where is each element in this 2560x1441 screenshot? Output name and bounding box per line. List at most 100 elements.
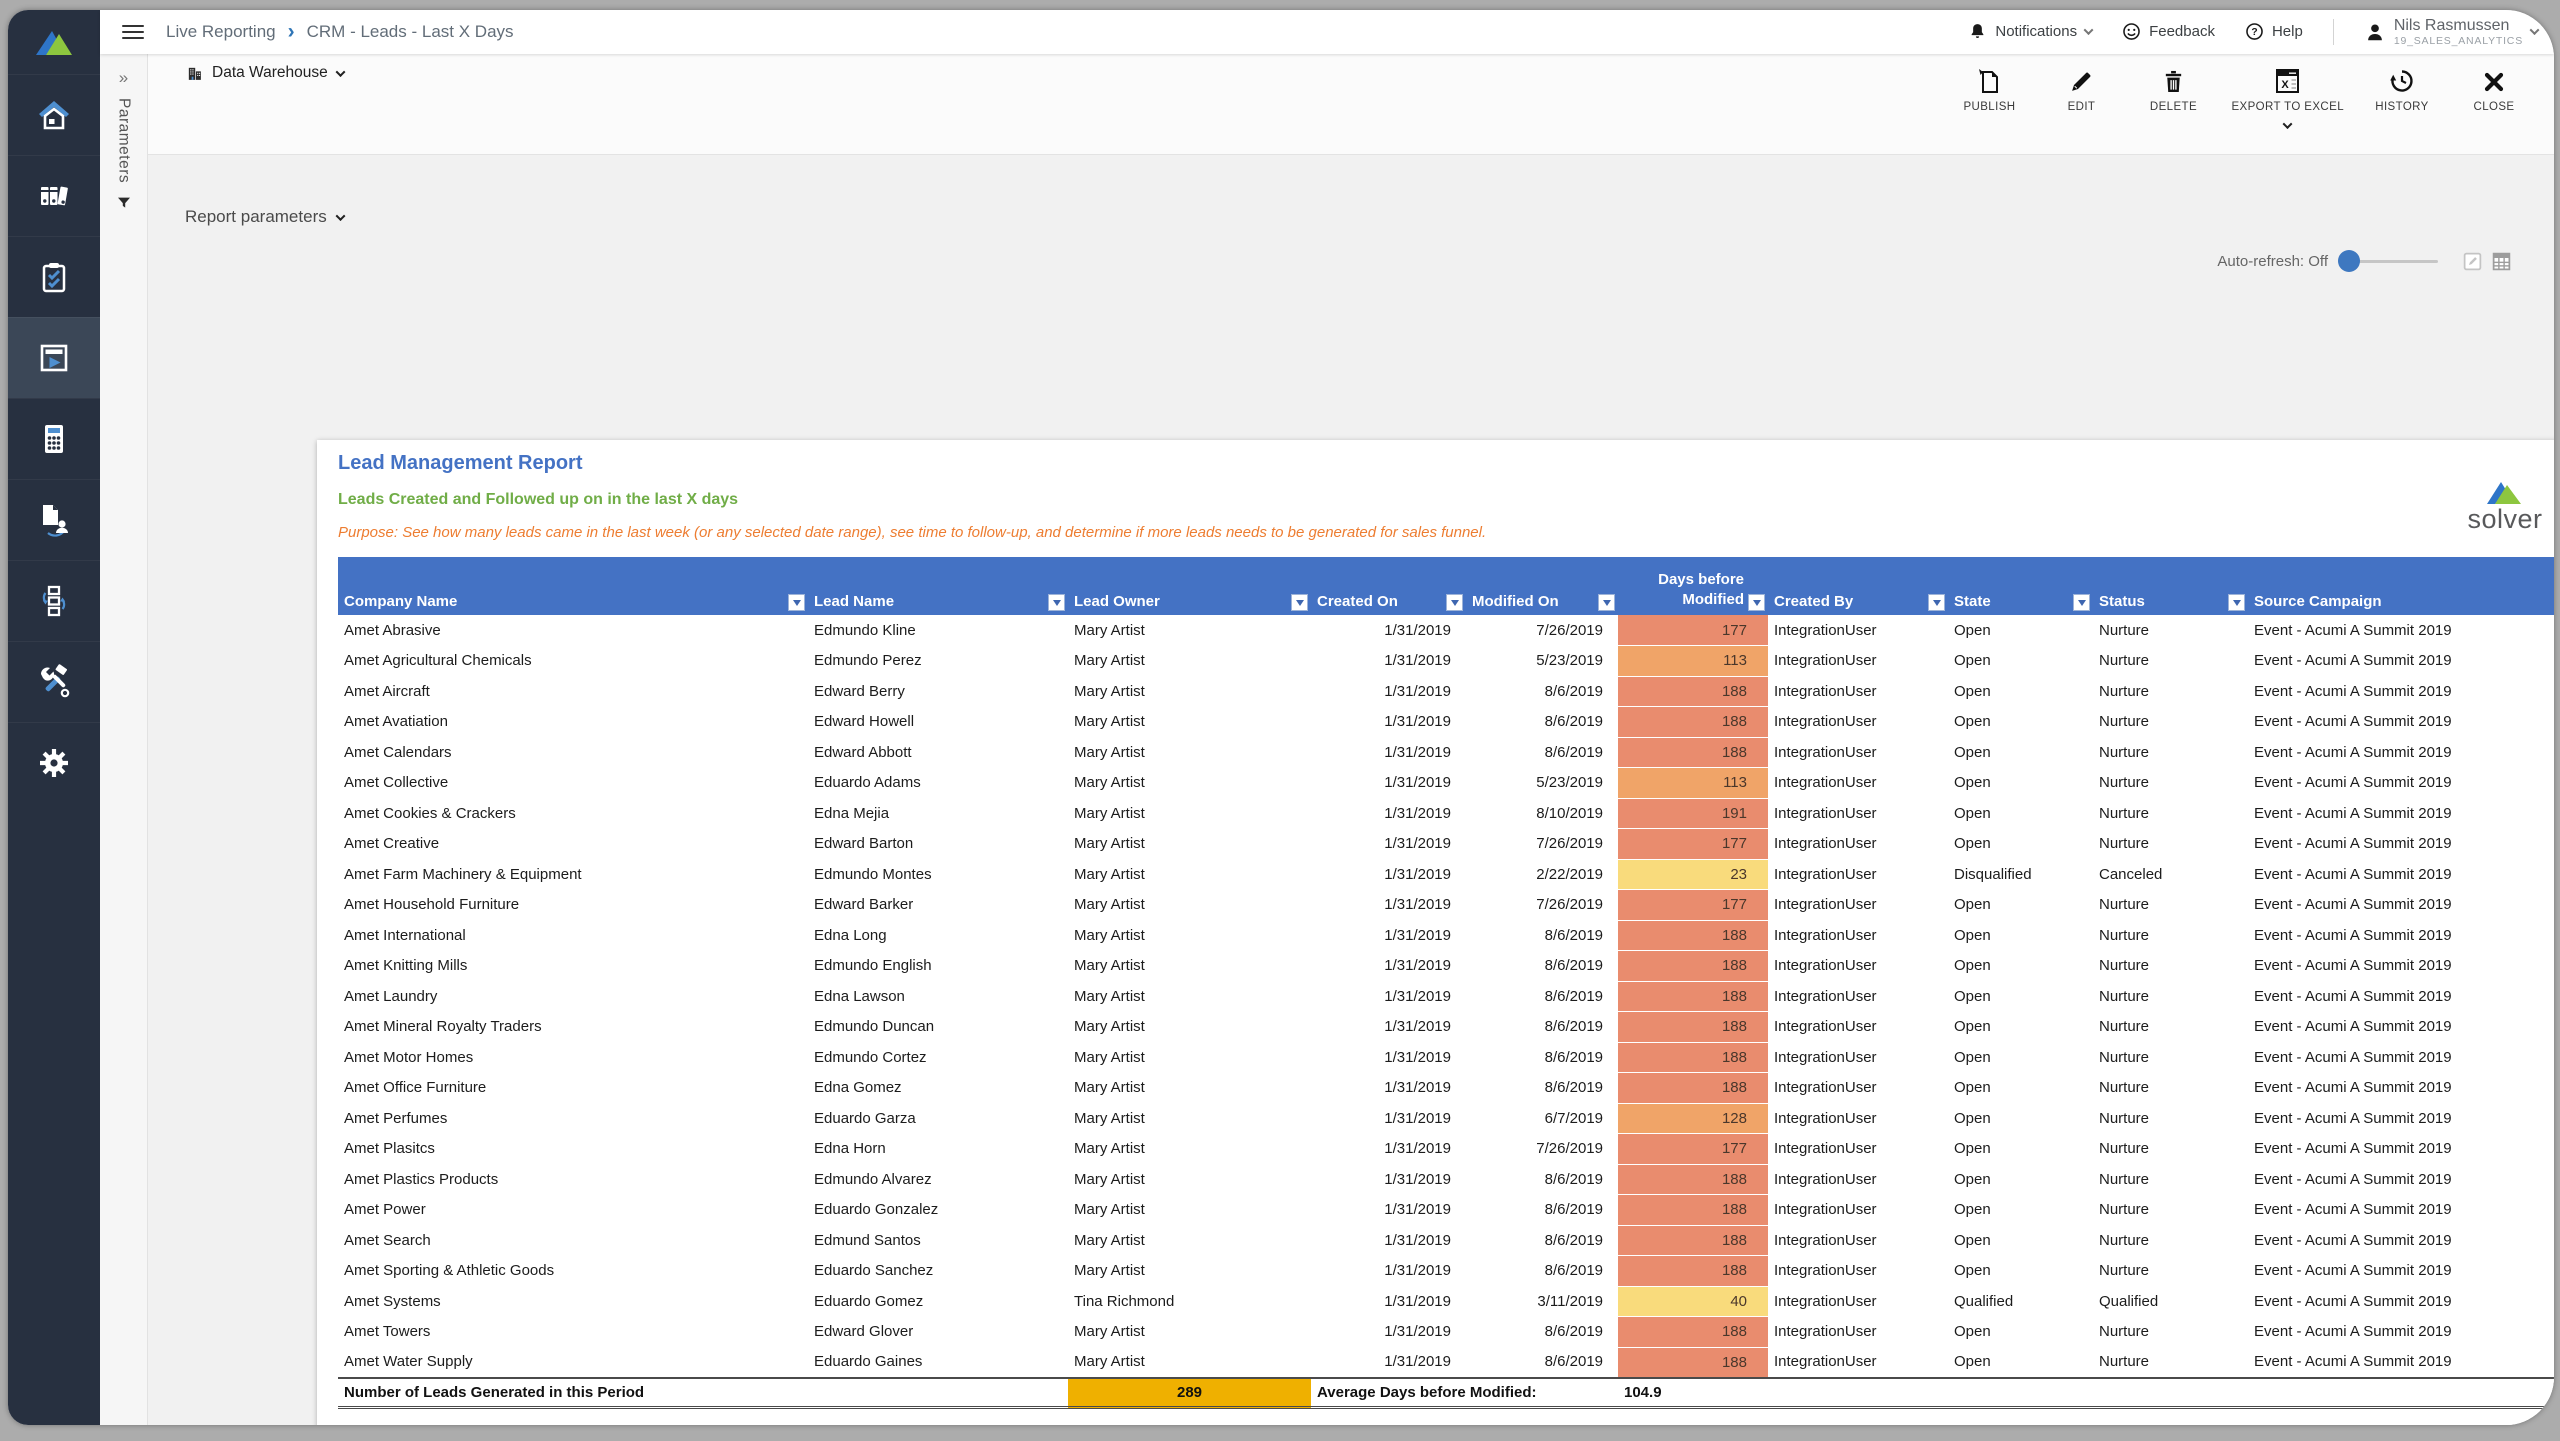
parameters-panel-label[interactable]: Parameters — [115, 98, 133, 183]
help-button[interactable]: ? Help — [2245, 22, 2303, 41]
table-row[interactable]: Amet Plastics Products Edmundo Alvarez M… — [338, 1164, 2554, 1195]
table-row[interactable]: Amet Agricultural Chemicals Edmundo Pere… — [338, 646, 2554, 677]
filter-dropdown-icon[interactable] — [1748, 594, 1765, 611]
table-row[interactable]: Amet Perfumes Eduardo Garza Mary Artist … — [338, 1103, 2554, 1134]
edit-grid-icon[interactable] — [2462, 251, 2483, 272]
sidebar-item-settings[interactable] — [8, 722, 100, 803]
col-header-lead[interactable]: Lead Name — [808, 557, 1068, 615]
table-row[interactable]: Amet Farm Machinery & Equipment Edmundo … — [338, 859, 2554, 890]
cell-created-on: 1/31/2019 — [1311, 768, 1466, 799]
cell-lead-name: Edward Glover — [808, 1317, 1068, 1348]
cell-days-before-modified: 188 — [1618, 1256, 1768, 1287]
table-row[interactable]: Amet Collective Eduardo Adams Mary Artis… — [338, 768, 2554, 799]
cell-lead-name: Edward Howell — [808, 707, 1068, 738]
breadcrumb-section[interactable]: Live Reporting — [166, 22, 276, 42]
cell-days-before-modified: 188 — [1618, 676, 1768, 707]
cell-created-on: 1/31/2019 — [1311, 1073, 1466, 1104]
cell-company: Amet Cookies & Crackers — [338, 798, 808, 829]
delete-button[interactable]: DELETE — [2131, 68, 2215, 129]
sidebar-item-tools[interactable] — [8, 641, 100, 722]
hamburger-menu-icon[interactable] — [122, 21, 144, 43]
sidebar-item-home[interactable] — [8, 74, 100, 155]
filter-dropdown-icon[interactable] — [788, 594, 805, 611]
edit-pencil-icon — [2069, 68, 2094, 94]
table-row[interactable]: Amet Sporting & Athletic Goods Eduardo S… — [338, 1256, 2554, 1287]
col-header-campaign[interactable]: Source Campaign — [2248, 557, 2554, 615]
sidebar-item-tasks[interactable] — [8, 236, 100, 317]
filter-dropdown-icon[interactable] — [1598, 594, 1615, 611]
filter-dropdown-icon[interactable] — [1048, 594, 1065, 611]
cell-source-campaign: Event - Acumi A Summit 2019 — [2248, 1347, 2554, 1378]
datasource-select[interactable]: Data Warehouse — [186, 64, 344, 82]
publish-button[interactable]: PUBLISH — [1947, 68, 2031, 129]
table-row[interactable]: Amet Knitting Mills Edmundo English Mary… — [338, 951, 2554, 982]
table-row[interactable]: Amet Systems Eduardo Gomez Tina Richmond… — [338, 1286, 2554, 1317]
col-header-owner[interactable]: Lead Owner — [1068, 557, 1311, 615]
table-row[interactable]: Amet Search Edmund Santos Mary Artist 1/… — [338, 1225, 2554, 1256]
cell-company: Amet Perfumes — [338, 1103, 808, 1134]
cell-state: Qualified — [1948, 1286, 2093, 1317]
table-row[interactable]: Amet Office Furniture Edna Gomez Mary Ar… — [338, 1073, 2554, 1104]
autorefresh-slider[interactable] — [2338, 250, 2438, 272]
table-row[interactable]: Amet Power Eduardo Gonzalez Mary Artist … — [338, 1195, 2554, 1226]
filter-funnel-icon[interactable] — [116, 195, 132, 211]
cell-source-campaign: Event - Acumi A Summit 2019 — [2248, 859, 2554, 890]
cell-days-before-modified: 177 — [1618, 615, 1768, 646]
table-row[interactable]: Amet Aircraft Edward Berry Mary Artist 1… — [338, 676, 2554, 707]
cell-company: Amet Laundry — [338, 981, 808, 1012]
table-row[interactable]: Amet Laundry Edna Lawson Mary Artist 1/3… — [338, 981, 2554, 1012]
chevron-down-icon — [335, 67, 345, 77]
edit-button[interactable]: EDIT — [2039, 68, 2123, 129]
table-row[interactable]: Amet Creative Edward Barton Mary Artist … — [338, 829, 2554, 860]
cell-days-before-modified: 188 — [1618, 1042, 1768, 1073]
table-row[interactable]: Amet Motor Homes Edmundo Cortez Mary Art… — [338, 1042, 2554, 1073]
sidebar-item-process[interactable] — [8, 560, 100, 641]
cell-lead-name: Eduardo Gomez — [808, 1286, 1068, 1317]
table-row[interactable]: Amet International Edna Long Mary Artist… — [338, 920, 2554, 951]
cell-lead-owner: Mary Artist — [1068, 1317, 1311, 1348]
summary-row: Number of Leads Generated in this Period… — [338, 1378, 2554, 1408]
expand-chevrons-icon[interactable]: » — [119, 68, 128, 88]
feedback-button[interactable]: Feedback — [2122, 22, 2215, 41]
table-row[interactable]: Amet Avatiation Edward Howell Mary Artis… — [338, 707, 2554, 738]
filter-dropdown-icon[interactable] — [1928, 594, 1945, 611]
table-row[interactable]: Amet Mineral Royalty Traders Edmundo Dun… — [338, 1012, 2554, 1043]
table-row[interactable]: Amet Abrasive Edmundo Kline Mary Artist … — [338, 615, 2554, 646]
col-header-created[interactable]: Created On — [1311, 557, 1466, 615]
table-row[interactable]: Amet Towers Edward Glover Mary Artist 1/… — [338, 1317, 2554, 1348]
cell-state: Open — [1948, 737, 2093, 768]
filter-dropdown-icon[interactable] — [2228, 594, 2245, 611]
notifications-button[interactable]: Notifications — [1968, 22, 2092, 42]
col-header-company[interactable]: Company Name — [338, 557, 808, 615]
cell-lead-name: Eduardo Gonzalez — [808, 1195, 1068, 1226]
table-row[interactable]: Amet Cookies & Crackers Edna Mejia Mary … — [338, 798, 2554, 829]
sidebar-item-reporting[interactable] — [8, 317, 100, 398]
col-header-modified[interactable]: Modified On — [1466, 557, 1618, 615]
user-menu[interactable]: Nils Rasmussen 19_SALES_ANALYTICS — [2364, 17, 2538, 47]
cell-lead-owner: Mary Artist — [1068, 920, 1311, 951]
report-parameters-toggle[interactable]: Report parameters — [185, 207, 344, 227]
col-header-status[interactable]: Status — [2093, 557, 2248, 615]
table-row[interactable]: Amet Household Furniture Edward Barker M… — [338, 890, 2554, 921]
help-label: Help — [2272, 23, 2303, 40]
filter-dropdown-icon[interactable] — [1446, 594, 1463, 611]
col-header-state[interactable]: State — [1948, 557, 2093, 615]
solver-logo-icon[interactable] — [8, 10, 100, 74]
table-row[interactable]: Amet Plasitcs Edna Horn Mary Artist 1/31… — [338, 1134, 2554, 1165]
col-header-days[interactable]: Days before Modified — [1618, 557, 1768, 615]
table-row[interactable]: Amet Calendars Edward Abbott Mary Artist… — [338, 737, 2554, 768]
export-to-excel-button[interactable]: X EXPORT TO EXCEL — [2223, 68, 2352, 129]
filter-dropdown-icon[interactable] — [2073, 594, 2090, 611]
col-header-created-by[interactable]: Created By — [1768, 557, 1948, 615]
close-button[interactable]: CLOSE — [2452, 68, 2536, 129]
table-grid-icon[interactable] — [2491, 251, 2512, 272]
table-row[interactable]: Amet Water Supply Eduardo Gaines Mary Ar… — [338, 1347, 2554, 1378]
cell-created-on: 1/31/2019 — [1311, 829, 1466, 860]
filter-dropdown-icon[interactable] — [1291, 594, 1308, 611]
cell-source-campaign: Event - Acumi A Summit 2019 — [2248, 1317, 2554, 1348]
cell-created-on: 1/31/2019 — [1311, 1134, 1466, 1165]
sidebar-item-collaboration[interactable] — [8, 479, 100, 560]
sidebar-item-archive[interactable] — [8, 155, 100, 236]
history-button[interactable]: HISTORY — [2360, 68, 2444, 129]
sidebar-item-budgeting[interactable] — [8, 398, 100, 479]
